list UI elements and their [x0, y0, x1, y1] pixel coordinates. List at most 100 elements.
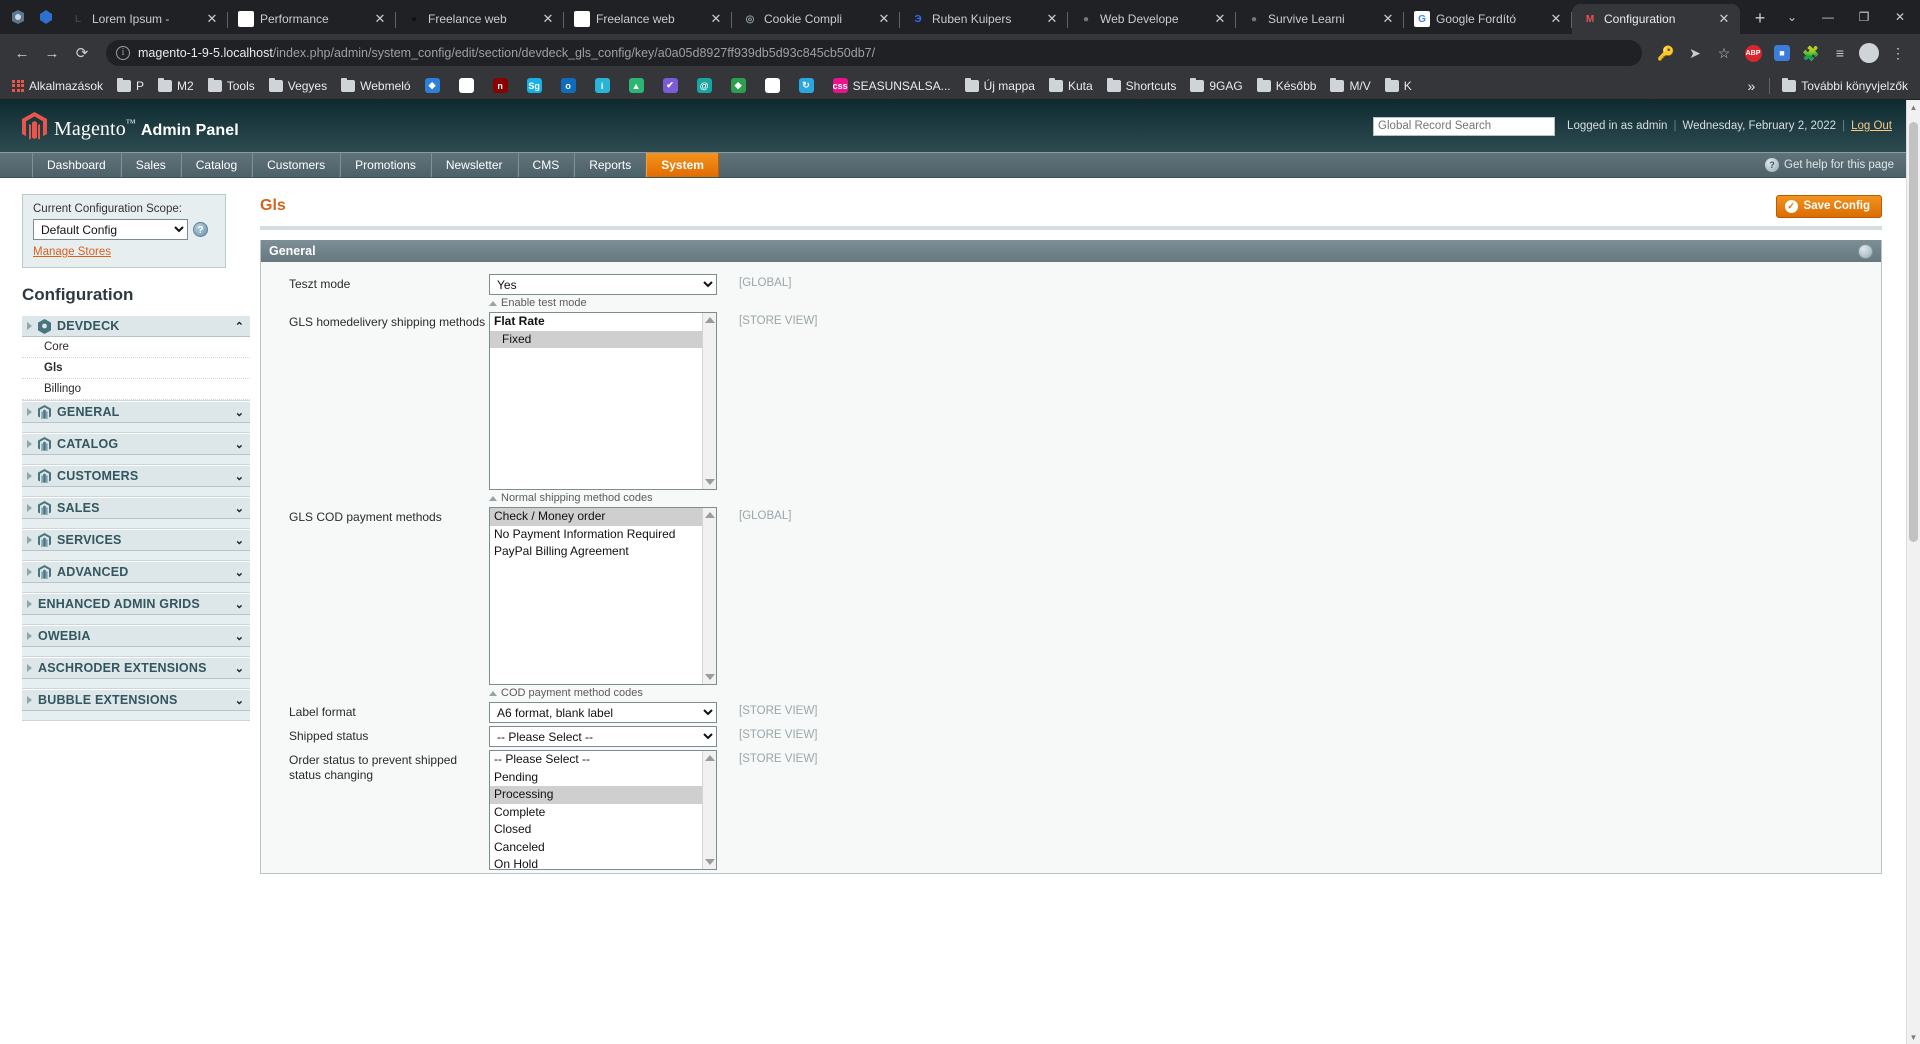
chevron-icon[interactable]: ⌄ — [235, 406, 244, 419]
global-search-input[interactable] — [1373, 116, 1556, 136]
tab-search-chevron-icon[interactable]: ⌄ — [1774, 2, 1810, 32]
page-scrollbar[interactable]: ▲ ▼ — [1906, 100, 1920, 1044]
star-icon[interactable]: ☆ — [1710, 39, 1738, 67]
manage-stores-link[interactable]: Manage Stores — [33, 246, 111, 258]
option-item[interactable]: Fixed — [490, 330, 702, 348]
scroll-down-arrow[interactable]: ▼ — [1907, 1030, 1920, 1044]
sidebar-section-customers[interactable]: CUSTOMERS ⌄ — [22, 465, 250, 487]
sidebar-section-general[interactable]: GENERAL ⌄ — [22, 401, 250, 423]
fieldset-header[interactable]: General — [261, 240, 1881, 262]
bitwarden-icon[interactable]: ■ — [1768, 39, 1796, 67]
bookmark-other[interactable]: További könyvjelzők — [1776, 77, 1914, 95]
nav-item-system[interactable]: System — [646, 153, 719, 177]
bookmark-item[interactable]: ◆ — [725, 76, 757, 95]
bookmark-item[interactable]: Kuta — [1043, 77, 1099, 95]
sidebar-section-services[interactable]: SERVICES ⌄ — [22, 529, 250, 551]
chevron-icon[interactable]: ⌄ — [235, 470, 244, 483]
bookmark-item[interactable]: K — [1379, 77, 1418, 95]
teszt-mode-select[interactable]: Yes — [489, 274, 717, 295]
tab-close-icon[interactable]: ✕ — [876, 11, 892, 27]
scroll-down-arrow[interactable] — [704, 859, 715, 865]
nav-item-newsletter[interactable]: Newsletter — [430, 153, 518, 177]
option-item[interactable]: -- Please Select -- — [490, 751, 702, 769]
bookmark-item[interactable]: Sg — [521, 76, 553, 95]
chevron-icon[interactable]: ⌄ — [235, 662, 244, 675]
sidebar-section-enhanced-admin-grids[interactable]: ENHANCED ADMIN GRIDS ⌄ — [22, 593, 250, 615]
reload-button[interactable]: ⟳ — [68, 39, 96, 67]
nav-item-customers[interactable]: Customers — [252, 153, 341, 177]
sidebar-section-bubble-extensions[interactable]: BUBBLE EXTENSIONS ⌄ — [22, 689, 250, 711]
logout-link[interactable]: Log Out — [1851, 120, 1892, 132]
nav-item-catalog[interactable]: Catalog — [180, 153, 253, 177]
sidebar-section-owebia[interactable]: OWEBIA ⌄ — [22, 625, 250, 647]
order-status-to-prevent-shipped-status-changing-multiselect[interactable]: -- Please Select -- Pending Processing Comp… — [489, 750, 717, 870]
tab-close-icon[interactable]: ✕ — [708, 11, 724, 27]
bookmark-item[interactable]: ◑ — [453, 76, 485, 95]
chevron-icon[interactable]: ⌄ — [235, 630, 244, 643]
nav-item-sales[interactable]: Sales — [120, 153, 181, 177]
scroll-up-arrow[interactable] — [704, 512, 715, 518]
browser-tab[interactable]: ◎ Cookie Compli ✕ — [732, 4, 900, 34]
nav-item-cms[interactable]: CMS — [517, 153, 575, 177]
browser-menu-icon[interactable]: ⋮ — [1884, 39, 1912, 67]
browser-tab[interactable]: Э Ruben Kuipers ✕ — [900, 4, 1068, 34]
minimize-button[interactable]: — — [1810, 2, 1846, 32]
option-item[interactable]: Canceled — [490, 839, 702, 857]
scroll-up-arrow[interactable] — [704, 317, 715, 323]
bookmark-item[interactable]: ↻ — [793, 76, 825, 95]
bookmarks-overflow-icon[interactable]: » — [1739, 78, 1763, 94]
reading-list-icon[interactable]: ≡ — [1826, 39, 1854, 67]
get-help-link[interactable]: ? Get help for this page — [1765, 153, 1906, 177]
bookmark-item[interactable]: Vegyes — [263, 77, 333, 95]
key-icon[interactable]: 🔑 — [1652, 39, 1680, 67]
tab-close-icon[interactable]: ✕ — [1212, 11, 1228, 27]
bookmark-item[interactable]: 9GAG — [1184, 77, 1248, 95]
nav-item-dashboard[interactable]: Dashboard — [32, 153, 121, 177]
nav-item-promotions[interactable]: Promotions — [340, 153, 431, 177]
share-icon[interactable]: ➤ — [1681, 39, 1709, 67]
chevron-icon[interactable]: ⌄ — [235, 694, 244, 707]
listbox-scrollbar[interactable] — [702, 508, 716, 684]
back-button[interactable]: ← — [8, 39, 36, 67]
tab-close-icon[interactable]: ✕ — [1716, 11, 1732, 27]
bookmark-item[interactable]: n — [487, 76, 519, 95]
scope-select[interactable]: Default Config — [33, 219, 188, 240]
option-item[interactable]: Processing — [490, 786, 702, 804]
listbox-scrollbar[interactable] — [702, 313, 716, 489]
tab-close-icon[interactable]: ✕ — [204, 11, 220, 27]
magento-logo[interactable]: Magento™ Admin Panel — [22, 111, 239, 141]
close-window-button[interactable]: ✕ — [1882, 2, 1918, 32]
tab-close-icon[interactable]: ✕ — [372, 11, 388, 27]
new-tab-button[interactable]: + — [1746, 5, 1774, 33]
chevron-icon[interactable]: ⌄ — [235, 566, 244, 579]
nav-item-reports[interactable]: Reports — [574, 153, 647, 177]
bookmark-item[interactable]: M2 — [152, 77, 200, 95]
option-item[interactable]: Pending — [490, 769, 702, 787]
extensions-icon[interactable]: 🧩 — [1797, 39, 1825, 67]
browser-tab[interactable]: M Configuration ✕ — [1572, 4, 1740, 34]
scroll-up-arrow[interactable]: ▲ — [1907, 100, 1920, 114]
listbox-scrollbar[interactable] — [702, 751, 716, 869]
browser-tab[interactable]: Z Performance ✕ — [228, 4, 396, 34]
sidebar-item-billingo[interactable]: Billingo — [22, 379, 250, 400]
site-info-icon[interactable]: i — [116, 46, 130, 60]
gls-homedelivery-shipping-methods-multiselect[interactable]: Flat Rate Fixed — [489, 312, 717, 490]
bookmark-item[interactable]: i — [589, 76, 621, 95]
sidebar-section-advanced[interactable]: ADVANCED ⌄ — [22, 561, 250, 583]
sidebar-section-catalog[interactable]: CATALOG ⌄ — [22, 433, 250, 455]
tab-close-icon[interactable]: ✕ — [1044, 11, 1060, 27]
browser-tab[interactable]: ● Freelance web ✕ — [396, 4, 564, 34]
collapse-icon[interactable] — [1858, 243, 1873, 259]
option-item[interactable]: Check / Money order — [490, 508, 702, 526]
shipped-status-select[interactable]: -- Please Select -- — [489, 726, 717, 747]
system-menu-icon[interactable] — [4, 0, 32, 34]
tab-close-icon[interactable]: ✕ — [540, 11, 556, 27]
browser-tab[interactable]: Z Freelance web ✕ — [564, 4, 732, 34]
browser-tab[interactable]: L Lorem Ipsum - ✕ — [60, 4, 228, 34]
label-format-select[interactable]: A6 format, blank label — [489, 702, 717, 723]
bookmark-item[interactable]: css SEASUNSALSA... — [827, 76, 957, 95]
bookmark-item[interactable]: M/V — [1324, 77, 1376, 95]
bookmark-item[interactable]: ◆ — [419, 76, 451, 95]
chevron-icon[interactable]: ⌄ — [235, 534, 244, 547]
forward-button[interactable]: → — [38, 39, 66, 67]
